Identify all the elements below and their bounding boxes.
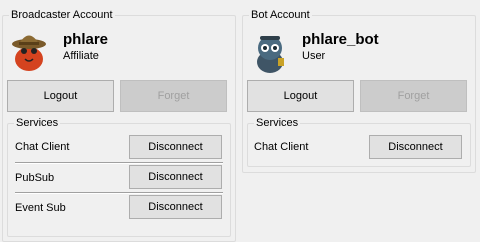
broadcaster-services-title: Services: [14, 117, 61, 130]
broadcaster-avatar-icon: [7, 29, 51, 73]
broadcaster-account-title: Broadcaster Account: [9, 9, 115, 22]
bot-chat-client-disconnect-button[interactable]: Disconnect: [369, 135, 462, 159]
bot-services-title: Services: [254, 117, 301, 130]
bot-logout-button[interactable]: Logout: [247, 80, 354, 112]
broadcaster-chat-client-disconnect-button[interactable]: Disconnect: [129, 135, 222, 159]
broadcaster-role: Affiliate: [63, 50, 99, 62]
broadcaster-service-chat-client-label: Chat Client: [15, 141, 70, 153]
bot-avatar-icon: [248, 30, 292, 74]
broadcaster-event-sub-disconnect-button[interactable]: Disconnect: [129, 195, 222, 219]
bot-username: phlare_bot: [302, 31, 379, 48]
broadcaster-username: phlare: [63, 31, 109, 48]
broadcaster-pubsub-disconnect-button[interactable]: Disconnect: [129, 165, 222, 189]
broadcaster-forget-button[interactable]: Forget: [120, 80, 227, 112]
bot-forget-button[interactable]: Forget: [360, 80, 467, 112]
broadcaster-service-pubsub-label: PubSub: [15, 172, 55, 184]
divider: [15, 162, 223, 164]
broadcaster-service-event-sub-label: Event Sub: [15, 202, 66, 214]
bot-account-title: Bot Account: [249, 9, 312, 22]
divider: [15, 192, 223, 194]
bot-service-chat-client-label: Chat Client: [254, 141, 309, 153]
bot-role: User: [302, 50, 326, 62]
broadcaster-logout-button[interactable]: Logout: [7, 80, 114, 112]
